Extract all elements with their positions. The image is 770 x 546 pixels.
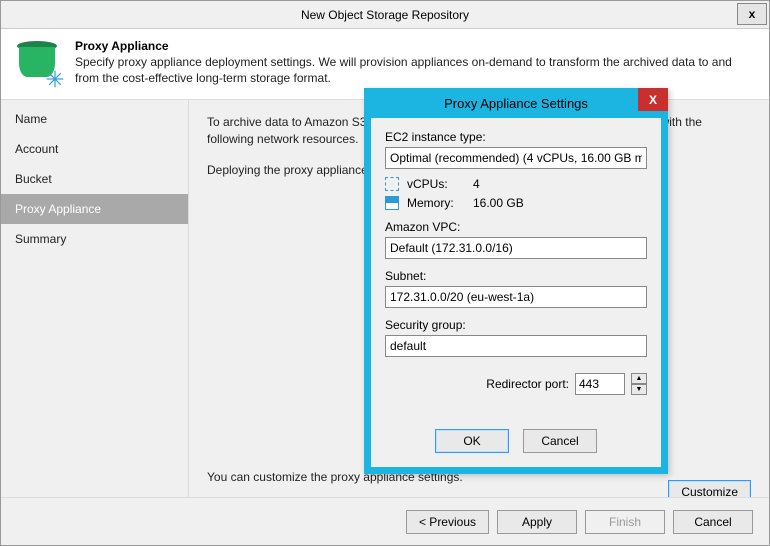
sidebar-item-name[interactable]: Name [1, 104, 188, 134]
wizard-footer: < Previous Apply Finish Cancel [1, 497, 769, 545]
snowflake-icon [45, 69, 65, 89]
amazon-vpc-select[interactable]: Default (172.31.0.0/16) [385, 237, 647, 259]
memory-icon [385, 196, 399, 210]
sidebar-item-bucket[interactable]: Bucket [1, 164, 188, 194]
dialog-close-button[interactable]: X [638, 88, 668, 111]
memory-label: Memory: [407, 196, 465, 210]
window-title: New Object Storage Repository [1, 8, 769, 22]
vcpus-row: vCPUs: 4 [385, 177, 647, 191]
port-spinner-down[interactable]: ▼ [631, 384, 647, 395]
dialog-titlebar: Proxy Appliance Settings X [364, 88, 668, 118]
dialog-content: EC2 instance type: Optimal (recommended)… [371, 118, 661, 467]
memory-row: Memory: 16.00 GB [385, 196, 647, 210]
amazon-vpc-label: Amazon VPC: [385, 220, 647, 234]
redirector-port-row: Redirector port: ▲ ▼ [385, 373, 647, 395]
header-title: Proxy Appliance [75, 39, 755, 53]
security-group-label: Security group: [385, 318, 647, 332]
subnet-select[interactable]: 172.31.0.0/20 (eu-west-1a) [385, 286, 647, 308]
proxy-appliance-settings-dialog: Proxy Appliance Settings X EC2 instance … [364, 88, 668, 474]
redirector-port-input[interactable] [575, 373, 625, 395]
port-spinner: ▲ ▼ [631, 373, 647, 395]
dialog-title: Proxy Appliance Settings [364, 96, 668, 111]
previous-button[interactable]: < Previous [406, 510, 489, 534]
dialog-ok-button[interactable]: OK [435, 429, 509, 453]
sidebar-item-proxy-appliance[interactable]: Proxy Appliance [1, 194, 188, 224]
dialog-button-row: OK Cancel [385, 429, 647, 453]
redirector-port-label: Redirector port: [486, 377, 569, 391]
sidebar-item-account[interactable]: Account [1, 134, 188, 164]
security-group-select[interactable]: default [385, 335, 647, 357]
sidebar-item-summary[interactable]: Summary [1, 224, 188, 254]
subnet-label: Subnet: [385, 269, 647, 283]
ec2-instance-type-label: EC2 instance type: [385, 130, 647, 144]
memory-value: 16.00 GB [473, 196, 524, 210]
close-icon: X [649, 93, 657, 107]
vcpus-label: vCPUs: [407, 177, 465, 191]
window-close-button[interactable]: x [737, 3, 767, 25]
ec2-instance-type-select[interactable]: Optimal (recommended) (4 vCPUs, 16.00 GB… [385, 147, 647, 169]
dialog-cancel-button[interactable]: Cancel [523, 429, 597, 453]
header-text: Proxy Appliance Specify proxy appliance … [75, 39, 755, 87]
cpu-icon [385, 177, 399, 191]
apply-button[interactable]: Apply [497, 510, 577, 534]
header-description: Specify proxy appliance deployment setti… [75, 55, 755, 86]
cancel-button[interactable]: Cancel [673, 510, 753, 534]
bucket-icon [15, 39, 63, 87]
instance-specs: vCPUs: 4 Memory: 16.00 GB [385, 177, 647, 210]
close-icon: x [749, 7, 756, 21]
port-spinner-up[interactable]: ▲ [631, 373, 647, 384]
wizard-steps-sidebar: Name Account Bucket Proxy Appliance Summ… [1, 100, 189, 510]
titlebar: New Object Storage Repository x [1, 1, 769, 29]
finish-button: Finish [585, 510, 665, 534]
wizard-window: New Object Storage Repository x Proxy Ap… [0, 0, 770, 546]
vcpus-value: 4 [473, 177, 480, 191]
